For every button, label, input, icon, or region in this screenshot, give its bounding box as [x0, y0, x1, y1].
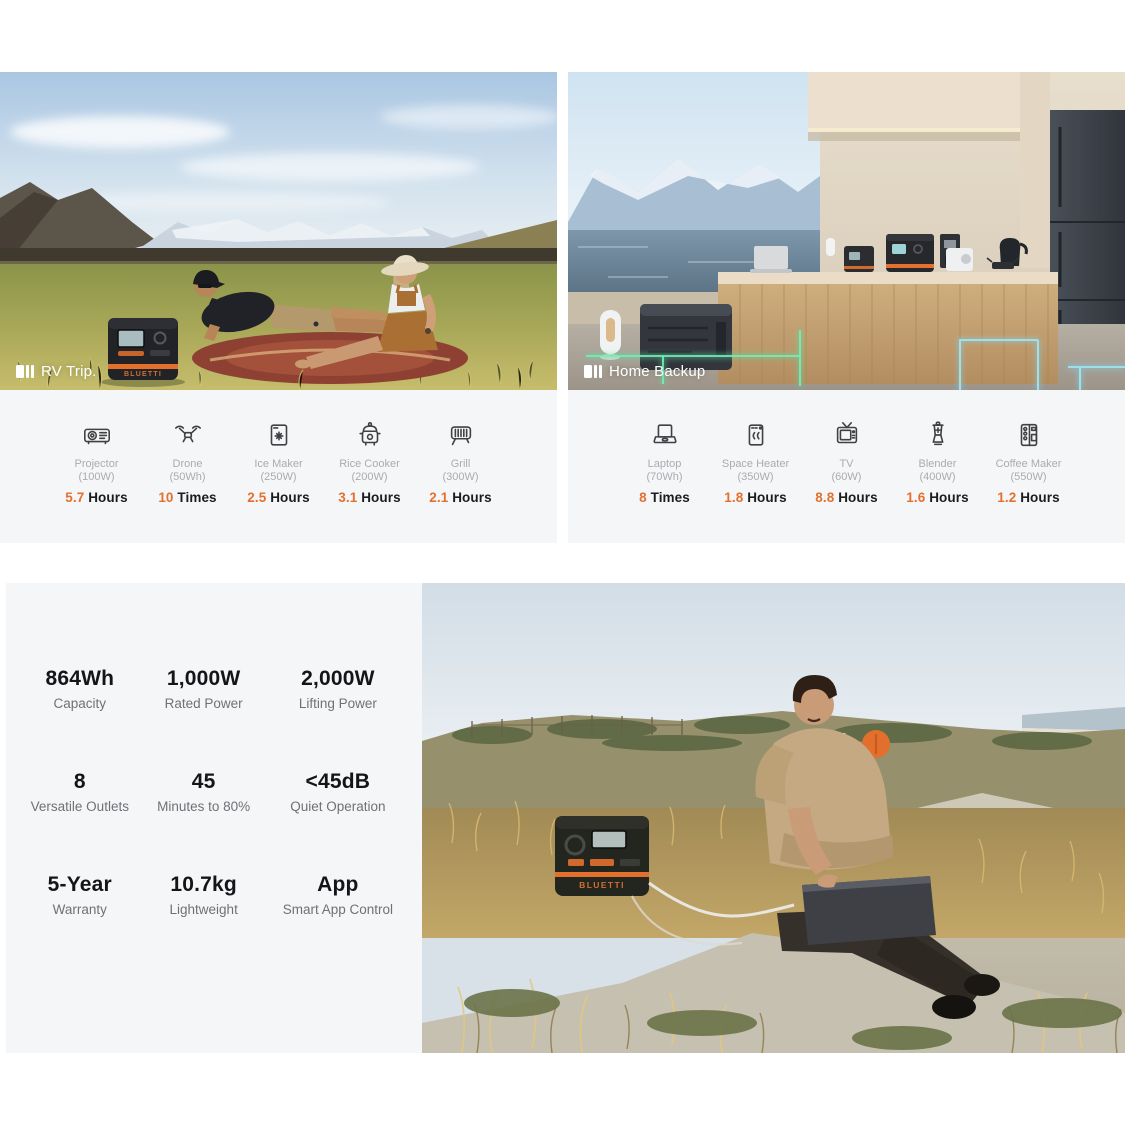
bluetti-product-page: BLUETTI RV Trip. Projector(100W) — [0, 0, 1125, 1125]
brand-mark-icon — [584, 365, 602, 378]
appliance-name: Ice Maker(250W) — [254, 458, 302, 484]
appliance-runtime: 5.7 Hours — [65, 490, 127, 505]
appliance-name: Rice Cooker(200W) — [339, 458, 400, 484]
projector-icon — [82, 420, 112, 450]
appliance-ice-maker: Ice Maker(250W) 2.5 Hours — [233, 420, 324, 505]
appliance-name: Projector(100W) — [74, 458, 118, 484]
rv-trip-card: BLUETTI RV Trip. Projector(100W) — [0, 72, 557, 543]
appliance-coffee-maker: Coffee Maker(550W) 1.2 Hours — [983, 420, 1074, 505]
appliance-laptop: Laptop(70Wh) 8 Times — [619, 420, 710, 505]
boot-1 — [932, 995, 976, 1019]
appliance-grill: Grill(300W) 2.1 Hours — [415, 420, 506, 505]
appliance-name: Laptop(70Wh) — [646, 458, 682, 484]
rv-trip-scene-illustration: BLUETTI — [0, 72, 557, 390]
laptop-icon — [650, 420, 680, 450]
spec-capacity: 864WhCapacity — [14, 667, 146, 770]
svg-text:BLUETTI: BLUETTI — [579, 880, 625, 890]
use-case-cards: BLUETTI RV Trip. Projector(100W) — [0, 72, 1125, 543]
rv-trip-appliance-strip: Projector(100W) 5.7 Hours Drone(50Wh) 10… — [0, 390, 557, 543]
home-backup-photo: Home Backup — [568, 72, 1125, 390]
white-bottle — [826, 238, 835, 256]
appliance-runtime: 1.2 Hours — [997, 490, 1059, 505]
appliance-drone: Drone(50Wh) 10 Times — [142, 420, 233, 505]
appliance-name: Coffee Maker(550W) — [996, 458, 1062, 484]
overhang-cabinet — [808, 72, 1033, 128]
power-station-large — [886, 234, 934, 272]
appliance-name: Space Heater(350W) — [722, 458, 789, 484]
rice-cooker-icon — [355, 420, 385, 450]
spec-lifting-power: 2,000WLifting Power — [262, 667, 414, 770]
appliance-rice-cooker: Rice Cooker(200W) 3.1 Hours — [324, 420, 415, 505]
rv-trip-photo: BLUETTI RV Trip. — [0, 72, 557, 390]
appliance-runtime: 1.8 Hours — [724, 490, 786, 505]
outdoor-scene-illustration: BLUETTI — [422, 583, 1125, 1053]
spec-warranty: 5-YearWarranty — [14, 873, 146, 976]
power-station-small — [844, 246, 874, 272]
grill-icon — [446, 420, 476, 450]
drone-icon — [173, 420, 203, 450]
spec-quiet-operation: <45dBQuiet Operation — [262, 770, 414, 873]
space-heater-icon — [741, 420, 771, 450]
coffee-maker-icon — [1014, 420, 1044, 450]
home-backup-appliance-strip: Laptop(70Wh) 8 Times Space Heater(350W) … — [568, 390, 1125, 543]
appliance-runtime: 2.5 Hours — [247, 490, 309, 505]
spec-charge-time: 45Minutes to 80% — [146, 770, 262, 873]
spec-outlets: 8Versatile Outlets — [14, 770, 146, 873]
overhang-light — [808, 128, 1033, 132]
tv-icon — [832, 420, 862, 450]
spec-weight: 10.7kgLightweight — [146, 873, 262, 976]
blender-icon — [923, 420, 953, 450]
specs-panel: 864WhCapacity 1,000WRated Power 2,000WLi… — [6, 583, 422, 1053]
projector-device — [946, 248, 973, 271]
home-backup-scene-illustration — [568, 72, 1125, 390]
overhang-shadow — [808, 132, 1033, 141]
appliance-runtime: 1.6 Hours — [906, 490, 968, 505]
appliance-runtime: 8.8 Hours — [815, 490, 877, 505]
svg-text:BLUETTI: BLUETTI — [124, 371, 162, 378]
appliance-blender: Blender(400W) 1.6 Hours — [892, 420, 983, 505]
home-backup-card: Home Backup Laptop(70Wh) 8 Times Space H… — [568, 72, 1125, 543]
ice-maker-icon — [264, 420, 294, 450]
boot-2 — [964, 974, 1000, 996]
appliance-projector: Projector(100W) 5.7 Hours — [51, 420, 142, 505]
kitchen-island — [718, 272, 1058, 384]
appliance-runtime: 10 Times — [158, 490, 216, 505]
home-backup-caption-label: Home Backup — [609, 363, 705, 380]
spec-rated-power: 1,000WRated Power — [146, 667, 262, 770]
outdoor-work-photo: BLUETTI — [422, 583, 1125, 1053]
brand-mark-icon — [16, 365, 34, 378]
portable-fridge — [640, 304, 732, 370]
power-station: BLUETTI — [101, 318, 185, 387]
spec-app-control: AppSmart App Control — [262, 873, 414, 976]
appliance-name: TV(60W) — [832, 458, 862, 484]
appliance-runtime: 8 Times — [639, 490, 690, 505]
rv-trip-caption: RV Trip. — [16, 363, 97, 380]
rv-trip-caption-label: RV Trip. — [41, 363, 97, 380]
laptop — [750, 246, 792, 273]
appliance-name: Grill(300W) — [442, 458, 478, 484]
appliance-space-heater: Space Heater(350W) 1.8 Hours — [710, 420, 801, 505]
specs-section: 864WhCapacity 1,000WRated Power 2,000WLi… — [0, 583, 1125, 1053]
appliance-tv: TV(60W) 8.8 Hours — [801, 420, 892, 505]
appliance-runtime: 3.1 Hours — [338, 490, 400, 505]
appliance-name: Blender(400W) — [919, 458, 957, 484]
home-backup-caption: Home Backup — [584, 363, 705, 380]
appliance-runtime: 2.1 Hours — [429, 490, 491, 505]
appliance-name: Drone(50Wh) — [169, 458, 205, 484]
